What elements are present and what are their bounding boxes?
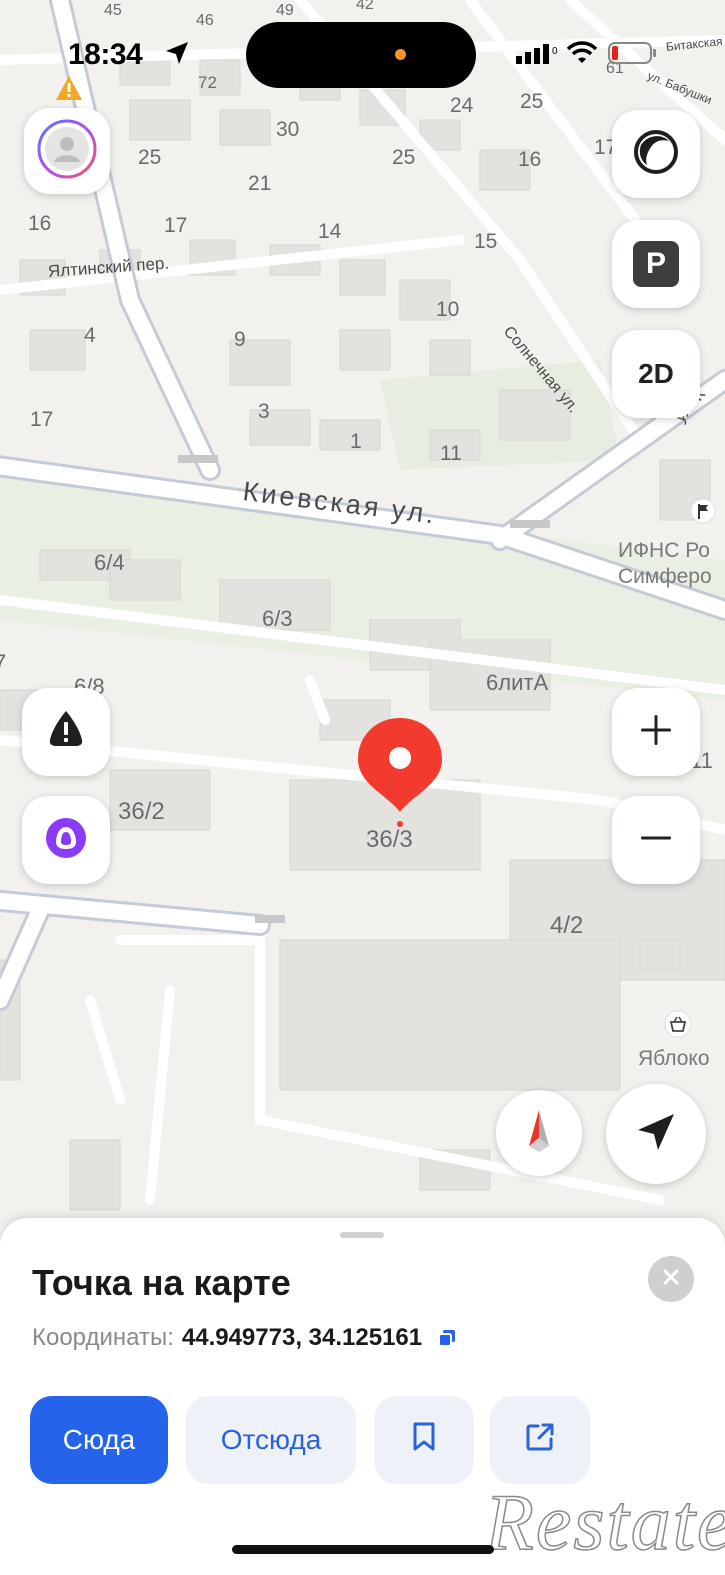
svg-text:0: 0 xyxy=(552,46,558,57)
plus-icon xyxy=(636,710,676,755)
mic-indicator xyxy=(395,49,406,60)
house-number: 7 xyxy=(0,650,7,675)
house-number: 10 xyxy=(436,298,460,321)
close-icon xyxy=(662,1268,680,1291)
status-bar: 18:34 0 xyxy=(0,0,725,100)
minus-icon xyxy=(636,818,676,863)
house-number: 16 xyxy=(518,148,542,171)
alice-assistant-icon xyxy=(42,814,90,867)
close-button[interactable] xyxy=(648,1256,694,1302)
house-number: 11 xyxy=(440,442,462,465)
house-number: 30 xyxy=(276,118,300,141)
poi-label-line: Яблоко xyxy=(638,1047,710,1070)
navigation-arrow-icon xyxy=(634,1110,678,1159)
house-number: 6/3 xyxy=(262,606,293,631)
view-mode-label: 2D xyxy=(638,358,674,389)
house-number: 1 xyxy=(350,430,362,453)
house-number: 4 xyxy=(84,324,96,347)
house-number: 36/3 xyxy=(366,826,413,853)
coordinates-row: Координаты: 44.949773, 34.125161 xyxy=(32,1324,458,1352)
route-to-here-label: Сюда xyxy=(62,1424,136,1455)
layers-button[interactable] xyxy=(612,110,700,198)
bookmark-icon xyxy=(411,1421,437,1460)
house-number: 21 xyxy=(248,172,272,195)
home-indicator[interactable] xyxy=(232,1545,494,1554)
route-to-here-button[interactable]: Сюда xyxy=(30,1396,168,1484)
coordinates-value[interactable]: 44.949773, 34.125161 xyxy=(182,1324,422,1352)
zoom-out-button[interactable] xyxy=(612,796,700,884)
route-from-here-label: Отсюда xyxy=(220,1424,322,1455)
compass-button[interactable] xyxy=(496,1090,582,1176)
zoom-in-button[interactable] xyxy=(612,688,700,776)
house-number: 16 xyxy=(28,212,52,235)
location-pin-icon xyxy=(358,718,442,827)
copy-icon[interactable] xyxy=(436,1327,458,1349)
report-incident-button[interactable] xyxy=(22,688,110,776)
coordinates-label: Координаты: xyxy=(32,1324,174,1351)
route-from-here-button[interactable]: Отсюда xyxy=(186,1396,356,1484)
house-number: 6литА xyxy=(486,670,549,695)
layers-circle-icon xyxy=(631,127,681,182)
house-number: 9 xyxy=(234,328,246,351)
house-number: 36/2 xyxy=(118,798,165,825)
sheet-grabber[interactable] xyxy=(340,1232,384,1238)
sheet-title: Точка на карте xyxy=(32,1262,291,1303)
watermark-logo: Restate xyxy=(484,1478,725,1568)
locate-me-button[interactable] xyxy=(606,1084,706,1184)
house-number: 17 xyxy=(164,214,188,237)
bookmark-button[interactable] xyxy=(374,1396,474,1484)
share-icon xyxy=(524,1421,556,1460)
avatar-icon xyxy=(36,118,98,185)
battery-icon xyxy=(608,42,658,69)
report-incident-icon xyxy=(44,708,88,757)
house-number: 25 xyxy=(392,146,416,169)
location-pin[interactable] xyxy=(356,716,444,828)
house-number: 15 xyxy=(474,230,498,253)
basket-icon xyxy=(664,1010,692,1043)
house-number: 3 xyxy=(258,400,270,423)
flag-icon xyxy=(690,498,716,529)
status-time: 18:34 xyxy=(68,38,143,71)
compass-icon xyxy=(519,1106,559,1161)
house-number: 4/2 xyxy=(550,912,584,939)
signal-icon: 0 xyxy=(516,42,560,71)
profile-button[interactable] xyxy=(24,108,110,194)
house-number: 14 xyxy=(318,220,342,243)
alice-button[interactable] xyxy=(22,796,110,884)
warning-triangle-icon[interactable] xyxy=(54,74,84,107)
parking-button[interactable]: P xyxy=(612,220,700,308)
house-number: 25 xyxy=(138,146,162,169)
view-mode-2d-button[interactable]: 2D xyxy=(612,330,700,418)
poi-label-line: ИФНС Ро xyxy=(618,539,710,562)
location-arrow-icon xyxy=(164,40,190,71)
share-button[interactable] xyxy=(490,1396,590,1484)
parking-icon: P xyxy=(633,241,679,287)
house-number: 6/4 xyxy=(94,550,125,575)
poi-label-line: Симферо xyxy=(618,565,712,588)
house-number: 17 xyxy=(30,408,54,431)
dynamic-island xyxy=(246,22,476,88)
wifi-icon xyxy=(566,40,598,71)
